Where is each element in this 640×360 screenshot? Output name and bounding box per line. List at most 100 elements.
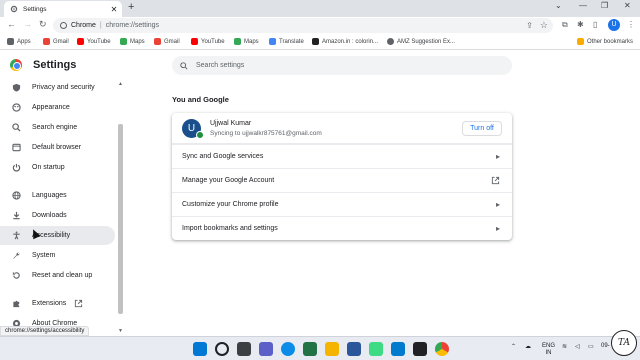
sidebar-item-on-startup[interactable]: On startup <box>0 158 115 177</box>
puzzle-icon[interactable]: ✱ <box>577 20 584 29</box>
search-icon[interactable] <box>215 342 229 356</box>
sync-status-text: Syncing to ujjwalkr875761@gmail.com <box>210 130 322 137</box>
sidebar-item-downloads[interactable]: Downloads <box>0 206 115 225</box>
reset-icon <box>12 271 21 280</box>
sidebar-item-appearance[interactable]: Appearance <box>0 98 115 117</box>
bookmark-gmail-2[interactable]: Gmail <box>154 38 180 45</box>
clock-partial[interactable]: 09- <box>601 343 610 349</box>
file-explorer-icon[interactable] <box>325 342 339 356</box>
bookmark-star-icon[interactable]: ☆ <box>540 20 548 31</box>
edge-icon[interactable] <box>281 342 295 356</box>
close-window-icon[interactable]: ✕ <box>624 1 631 10</box>
sidebar-item-search-engine[interactable]: Search engine <box>0 118 115 137</box>
forward-icon[interactable]: → <box>23 19 32 29</box>
sync-status-icon <box>196 131 204 139</box>
amazon-icon <box>312 38 319 45</box>
arrow-right-icon: ▸ <box>495 152 500 161</box>
bookmark-maps-2[interactable]: Maps <box>234 38 259 45</box>
tray-chevron-icon[interactable]: ⌃ <box>511 343 516 350</box>
chat-icon[interactable] <box>259 342 273 356</box>
open-external-icon <box>491 176 500 187</box>
youtube-icon <box>77 38 84 45</box>
row-import-bookmarks[interactable]: Import bookmarks and settings ▸ <box>172 216 512 240</box>
search-placeholder: Search settings <box>196 62 245 69</box>
search-icon <box>12 123 21 132</box>
turn-off-button[interactable]: Turn off <box>462 121 502 136</box>
bookmark-apps[interactable]: Apps <box>7 38 31 45</box>
new-tab-button[interactable]: + <box>128 1 134 13</box>
folder-icon <box>577 38 584 45</box>
accessibility-icon <box>12 231 21 240</box>
language-indicator[interactable]: ENG IN <box>542 343 555 357</box>
battery-icon[interactable]: ▭ <box>588 343 594 350</box>
omnibox-url: chrome://settings <box>105 22 160 29</box>
other-bookmarks[interactable]: Other bookmarks <box>577 38 633 45</box>
watermark-logo: TA <box>611 330 637 356</box>
sidebar-item-privacy[interactable]: Privacy and security <box>0 78 115 97</box>
scroll-up-icon[interactable]: ▲ <box>117 81 124 87</box>
page-title: Settings <box>33 59 77 71</box>
sidebar-item-reset[interactable]: Reset and clean up <box>0 266 115 285</box>
row-manage-account[interactable]: Manage your Google Account <box>172 168 512 192</box>
bookmark-maps[interactable]: Maps <box>120 38 145 45</box>
tab-search-icon[interactable]: ⌄ <box>555 1 562 10</box>
minimize-icon[interactable]: — <box>579 1 587 10</box>
taskbar: ⌃ ☁ ENG IN ≋ ◁ ▭ 09- <box>0 336 640 360</box>
windows-start-icon[interactable] <box>193 342 207 356</box>
power-icon <box>12 163 21 172</box>
scroll-down-icon[interactable]: ▼ <box>117 328 124 334</box>
omnibox-site: Chrome <box>71 22 96 29</box>
profile-avatar[interactable]: U <box>608 19 620 31</box>
bookmark-amz-suggestion[interactable]: AMZ Suggestion Ex... <box>387 38 455 45</box>
close-tab-icon[interactable]: ✕ <box>109 5 119 14</box>
app-icon-3[interactable] <box>413 342 427 356</box>
search-input[interactable]: Search settings <box>172 56 512 75</box>
volume-icon[interactable]: ◁ <box>575 343 580 350</box>
browser-icon <box>12 143 21 152</box>
sidebar-item-default-browser[interactable]: Default browser <box>0 138 115 157</box>
sidebar-item-system[interactable]: System <box>0 246 115 265</box>
address-bar[interactable]: Chrome | chrome://settings ⇪ ☆ <box>53 18 553 33</box>
back-icon[interactable]: ← <box>7 19 16 29</box>
search-icon <box>180 61 188 70</box>
tab-title: Settings <box>23 5 47 13</box>
tab-settings[interactable]: Settings ✕ <box>4 1 122 17</box>
omnibox-separator: | <box>99 22 102 29</box>
row-sync-services[interactable]: Sync and Google services ▸ <box>172 144 512 168</box>
cloud-icon[interactable]: ☁ <box>525 343 531 350</box>
account-name: Ujjwal Kumar <box>210 120 252 127</box>
vscode-icon[interactable] <box>391 342 405 356</box>
bookmark-youtube[interactable]: YouTube <box>77 38 111 45</box>
bookmark-amazon[interactable]: Amazon.in : colorin... <box>312 38 378 45</box>
youtube-icon <box>191 38 198 45</box>
sidebar-scrollbar[interactable]: ▲ ▼ <box>117 80 124 336</box>
section-title: You and Google <box>172 95 229 104</box>
sidebar-item-accessibility[interactable]: Accessibility <box>0 226 115 245</box>
menu-kebab-icon[interactable]: ⋮ <box>627 20 635 29</box>
extension-icon[interactable]: ⧉ <box>562 20 568 30</box>
task-view-icon[interactable] <box>237 342 251 356</box>
bookmark-gmail[interactable]: Gmail <box>43 38 69 45</box>
share-icon[interactable]: ⇪ <box>526 21 533 30</box>
chrome-site-icon <box>60 22 67 29</box>
apps-grid-icon <box>7 38 14 45</box>
store-icon[interactable] <box>347 342 361 356</box>
wifi-icon[interactable]: ≋ <box>562 343 567 350</box>
sidebar-item-extensions[interactable]: Extensions <box>0 294 115 313</box>
scrollbar-thumb[interactable] <box>118 124 123 314</box>
chrome-taskbar-icon[interactable] <box>435 342 449 356</box>
row-customize-profile[interactable]: Customize your Chrome profile ▸ <box>172 192 512 216</box>
open-external-icon <box>74 299 83 308</box>
side-panel-icon[interactable]: ▯ <box>593 20 597 29</box>
reload-icon[interactable]: ↻ <box>39 19 47 30</box>
sidebar-item-languages[interactable]: Languages <box>0 186 115 205</box>
bookmark-youtube-2[interactable]: YouTube <box>191 38 225 45</box>
puzzle-icon <box>12 299 21 308</box>
restore-icon[interactable]: ❐ <box>601 1 608 10</box>
tab-strip: Settings ✕ + ⌄ — ❐ ✕ <box>0 0 640 17</box>
bookmark-translate[interactable]: Translate <box>269 38 304 45</box>
app-icon-2[interactable] <box>369 342 383 356</box>
bookmarks-bar: Apps Gmail YouTube Maps Gmail YouTube Ma… <box>0 35 640 50</box>
translate-icon <box>269 38 276 45</box>
app-icon[interactable] <box>303 342 317 356</box>
